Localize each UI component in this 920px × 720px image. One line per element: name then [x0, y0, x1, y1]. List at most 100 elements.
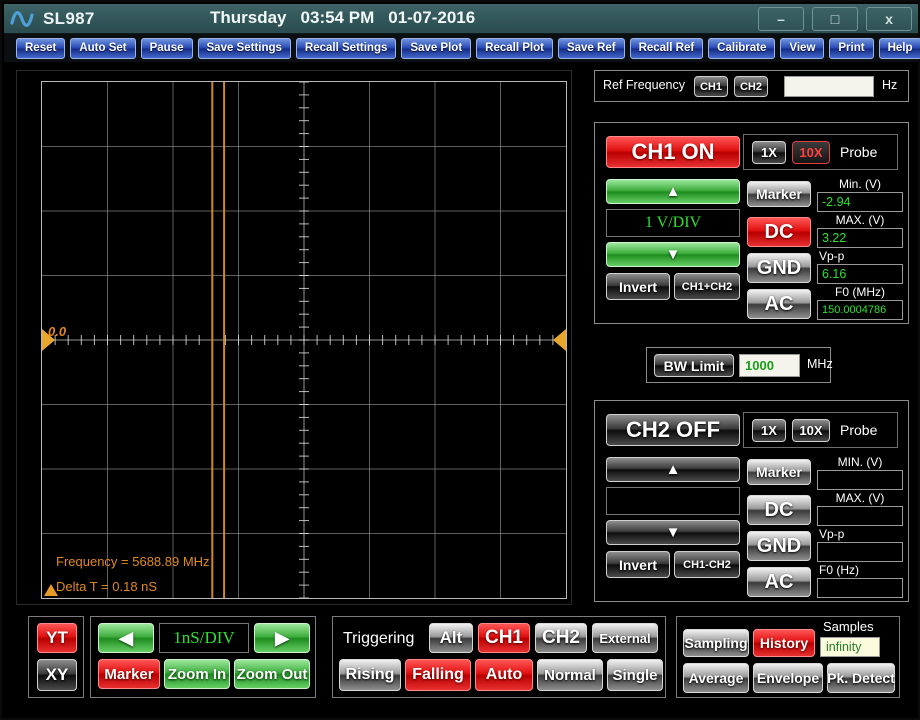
ch2-invert-button[interactable]: Invert [606, 551, 670, 578]
ch2-math-button[interactable]: CH1-CH2 [674, 551, 740, 578]
calibrate-button[interactable]: Calibrate [708, 37, 776, 59]
waveform-plot[interactable]: 0.0 Frequency = 5688.89 MHz Delta T = 0.… [41, 81, 567, 599]
trigger-normal-button[interactable]: Normal [537, 659, 603, 691]
recall-ref-button[interactable]: Recall Ref [629, 37, 704, 59]
ch1-measurement-vpp: Vp-p 6.16 [817, 249, 903, 284]
zoom-out-button[interactable]: Zoom Out [234, 659, 310, 689]
recall-settings-button[interactable]: Recall Settings [295, 37, 397, 59]
acquisition-average-button[interactable]: Average [683, 663, 749, 693]
bw-limit-input[interactable]: 1000 [739, 354, 800, 377]
ch1-coupling-gnd-button[interactable]: GND [747, 253, 811, 283]
ch1-volts-down-button[interactable]: ▼ [606, 242, 740, 267]
trigger-auto-button[interactable]: Auto [475, 659, 533, 691]
ch2-coupling-dc-button[interactable]: DC [747, 495, 811, 525]
ch2-f0-label: F0 (Hz) [819, 563, 859, 577]
trigger-rising-button[interactable]: Rising [339, 659, 401, 691]
waveform-svg [42, 82, 566, 598]
ch1-max-value: 3.22 [817, 228, 903, 248]
ref-frequency-label: Ref Frequency [603, 78, 685, 92]
acquisition-pk-detect-button[interactable]: Pk. Detect [827, 663, 895, 693]
ch2-probe-1x-button[interactable]: 1X [752, 419, 786, 442]
zoom-in-button[interactable]: Zoom In [164, 659, 230, 689]
sine-wave-icon [7, 6, 37, 32]
clock: Thursday 03:54 PM 01-07-2016 [210, 8, 475, 28]
ch1-f0-label: F0 (MHz) [835, 285, 885, 299]
ch1-probe-1x-button[interactable]: 1X [752, 141, 786, 164]
auto-set-button[interactable]: Auto Set [70, 37, 136, 59]
ch1-probe-label: Probe [840, 144, 878, 160]
app-title: SL987 [43, 8, 95, 28]
print-button[interactable]: Print [829, 37, 874, 59]
triggering-label: Triggering [343, 630, 415, 647]
ch2-vpp-label: Vp-p [819, 527, 845, 541]
ch1-math-button[interactable]: CH1+CH2 [674, 273, 740, 300]
ch2-coupling-ac-button[interactable]: AC [747, 567, 811, 597]
timebase-marker-button[interactable]: Marker [98, 659, 160, 689]
title-bar: SL987 Thursday 03:54 PM 01-07-2016 – □ x [4, 4, 918, 34]
save-plot-button[interactable]: Save Plot [401, 37, 472, 59]
right-marker-triangle [553, 329, 566, 351]
save-ref-button[interactable]: Save Ref [557, 37, 625, 59]
trigger-source-ch1-button[interactable]: CH1 [478, 623, 530, 653]
ref-frequency-input[interactable] [784, 76, 874, 97]
minimize-button[interactable]: – [758, 7, 804, 31]
ch1-min-value: -2.94 [817, 192, 903, 212]
delta-t-marker-icon [44, 584, 58, 596]
timebase-increase-button[interactable]: ▶ [254, 623, 310, 653]
ref-frequency-ch1-button[interactable]: CH1 [694, 76, 728, 97]
ch2-probe-10x-button[interactable]: 10X [792, 419, 830, 442]
help-button[interactable]: Help [878, 37, 920, 59]
close-button[interactable]: x [866, 7, 912, 31]
ref-frequency-panel: Ref Frequency CH1 CH2 Hz [594, 70, 909, 102]
trigger-source-alt-button[interactable]: Alt [429, 623, 473, 653]
ch1-marker-button[interactable]: Marker [747, 181, 811, 207]
mode-xy-button[interactable]: XY [37, 659, 77, 691]
trigger-falling-button[interactable]: Falling [405, 659, 471, 691]
ch1-f0-value: 150.0004786 [817, 300, 903, 320]
bw-limit-unit: MHz [807, 357, 833, 371]
acquisition-sampling-button[interactable]: Sampling [683, 629, 749, 657]
maximize-button[interactable]: □ [812, 7, 858, 31]
ch1-invert-button[interactable]: Invert [606, 273, 670, 300]
ch2-marker-button[interactable]: Marker [747, 459, 811, 485]
ch1-coupling-ac-button[interactable]: AC [747, 289, 811, 319]
acquisition-envelope-button[interactable]: Envelope [753, 663, 823, 693]
mode-yt-button[interactable]: YT [37, 623, 77, 653]
view-button[interactable]: View [780, 37, 825, 59]
ch1-probe-10x-button[interactable]: 10X [792, 141, 830, 164]
timebase-decrease-button[interactable]: ◀ [98, 623, 154, 653]
ch1-power-button[interactable]: CH1 ON [606, 136, 740, 168]
trigger-source-external-button[interactable]: External [592, 623, 658, 653]
toolbar: Reset Auto Set Pause Save Settings Recal… [4, 34, 920, 62]
ch1-volts-div-display: 1 V/DIV [606, 209, 740, 237]
samples-input[interactable]: infinity [820, 637, 880, 657]
timebase-panel: ◀ 1nS/DIV ▶ Marker Zoom In Zoom Out [90, 616, 316, 698]
reset-button[interactable]: Reset [16, 37, 66, 59]
recall-plot-button[interactable]: Recall Plot [476, 37, 553, 59]
ch2-power-button[interactable]: CH2 OFF [606, 414, 740, 446]
ch2-volts-up-button[interactable]: ▲ [606, 457, 740, 482]
clock-day: Thursday [210, 8, 287, 27]
trigger-single-button[interactable]: Single [607, 659, 663, 691]
ch1-probe-group: 1X 10X Probe [743, 134, 898, 170]
ch1-volts-up-button[interactable]: ▲ [606, 179, 740, 204]
center-ticks [42, 82, 566, 598]
ch1-vpp-label: Vp-p [819, 249, 845, 263]
triggering-panel: Triggering Alt CH1 CH2 External Rising F… [332, 616, 666, 698]
ch2-max-label: MAX. (V) [835, 491, 885, 505]
ref-frequency-ch2-button[interactable]: CH2 [734, 76, 768, 97]
ch1-coupling-dc-button[interactable]: DC [747, 217, 811, 247]
ch2-coupling-gnd-button[interactable]: GND [747, 531, 811, 561]
window-buttons: – □ x [758, 7, 912, 31]
save-settings-button[interactable]: Save Settings [197, 37, 291, 59]
zero-level-label: 0.0 [48, 324, 67, 339]
trigger-source-ch2-button[interactable]: CH2 [535, 623, 587, 653]
bw-limit-button[interactable]: BW Limit [654, 354, 734, 377]
ch1-min-label: Min. (V) [839, 177, 881, 191]
acquisition-history-button[interactable]: History [753, 629, 815, 657]
ch2-volts-down-button[interactable]: ▼ [606, 520, 740, 545]
pause-button[interactable]: Pause [140, 37, 193, 59]
ch2-volts-div-display [606, 487, 740, 515]
ch2-measurement-vpp: Vp-p [817, 527, 903, 562]
ch2-max-value [817, 506, 903, 526]
